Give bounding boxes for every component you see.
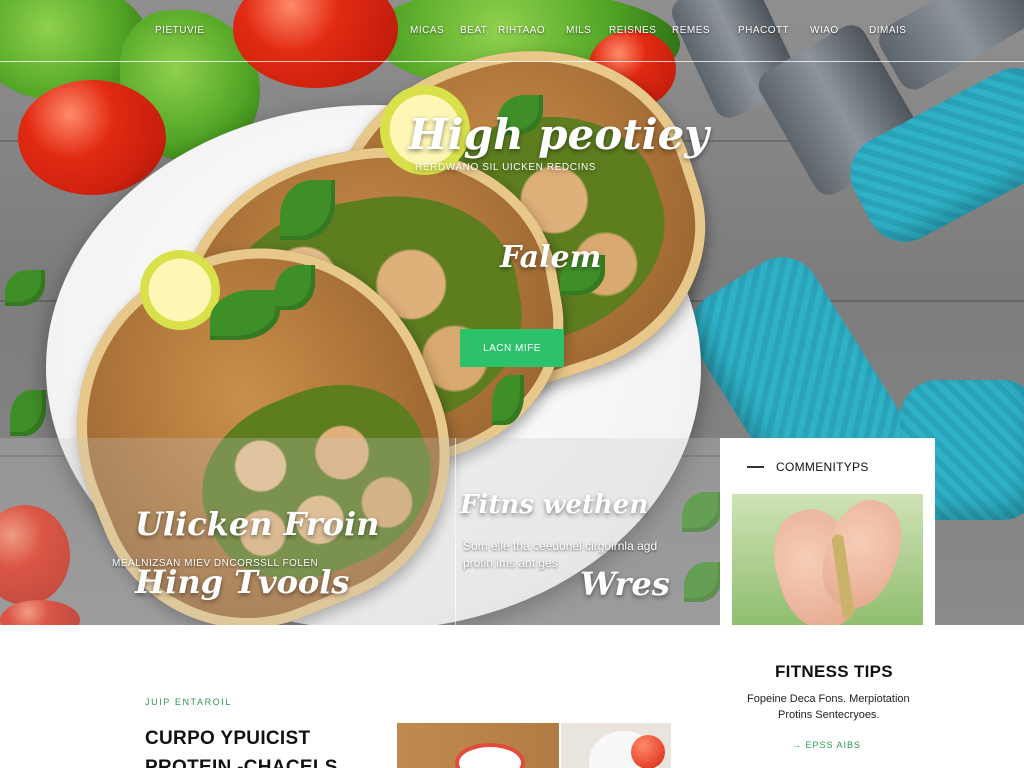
hero-section: PIETUVIE MICAS BEAT RIHTAAO MILS REISNES… — [0, 0, 1024, 625]
nav-item-mils[interactable]: MILS — [566, 25, 591, 36]
fitness-tips-text-line2: Protins Sentecryoes. — [778, 709, 880, 721]
hero-subtitle: HERDWANO SIL UICKEN REDCINS — [415, 162, 597, 173]
nav-item-remes[interactable]: REMES — [672, 25, 710, 36]
tomato-image — [631, 735, 665, 768]
nav-item-wiao[interactable]: WIAO — [810, 25, 839, 36]
section-heading-line2: PROTEIN -CHACELS — [145, 757, 338, 768]
fitness-tips-link[interactable]: → EPSS AIBS — [792, 740, 861, 750]
section-heading-line1: CURPO YPUICIST — [145, 728, 311, 749]
band-left-title: Ulicken Froin — [135, 505, 380, 543]
lemon-slice-image — [140, 250, 220, 330]
band-left-title-2: Hing Tvools — [135, 563, 350, 601]
hero-title: High peotiey — [408, 110, 709, 159]
tomato-image — [18, 80, 166, 195]
band-mid-title: Fitns wethen — [460, 490, 649, 520]
nav-item-phacott[interactable]: PHACOTT — [738, 25, 789, 36]
title-dash — [747, 466, 764, 468]
bowl-image — [455, 743, 525, 768]
nav-item-micas[interactable]: MICAS — [410, 25, 444, 36]
hero-script-text: Falem — [500, 240, 602, 275]
site-logo[interactable]: PIETUVIE — [155, 25, 205, 36]
nav-item-reisnes[interactable]: REISNES — [609, 25, 656, 36]
top-navigation: PIETUVIE MICAS BEAT RIHTAAO MILS REISNES… — [0, 0, 1024, 62]
recipe-thumbnail[interactable] — [561, 723, 671, 768]
recipe-thumbnail[interactable] — [397, 723, 559, 768]
band-right-title: Wres — [580, 565, 670, 603]
community-photo — [732, 494, 923, 625]
nav-item-rihtaao[interactable]: RIHTAAO — [498, 25, 545, 36]
community-title: COMMENITYPS — [776, 460, 869, 474]
nav-item-dimais[interactable]: DIMAIS — [869, 25, 906, 36]
section-eyebrow: JUIP ENTAROIL — [145, 697, 232, 707]
fitness-tips-title: FITNESS TIPS — [775, 662, 893, 681]
community-card[interactable]: COMMENITYPS — [720, 438, 935, 625]
basil-leaf-image — [10, 390, 46, 436]
learn-more-button[interactable]: LACN MIFE — [460, 329, 564, 367]
fitness-tips-text-line1: Fopeine Deca Fons. Merpiotation — [747, 693, 910, 705]
band-divider — [455, 438, 456, 625]
nav-item-beat[interactable]: BEAT — [460, 25, 487, 36]
